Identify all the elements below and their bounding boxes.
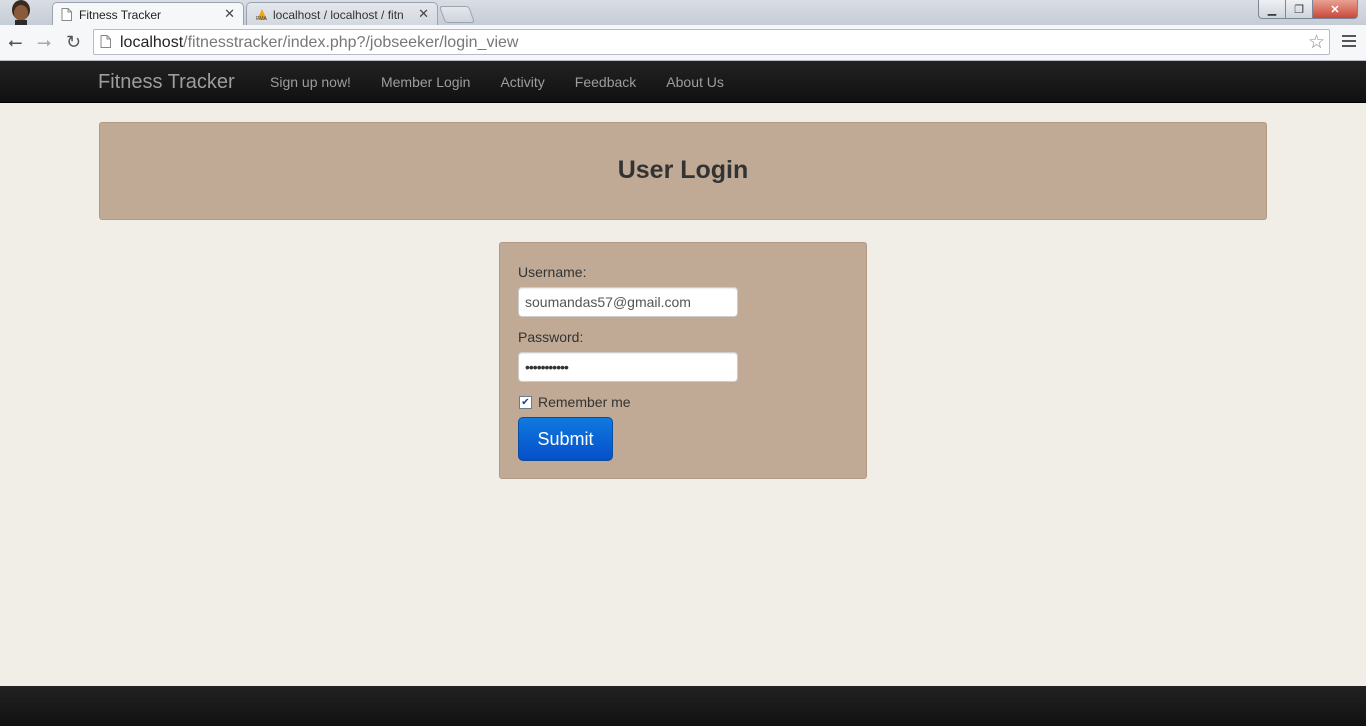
bookmark-star-icon[interactable]: ☆ [1308, 31, 1325, 54]
username-label: Username: [518, 264, 587, 280]
tab-title: Fitness Tracker [79, 8, 162, 22]
browser-tabstrip: Fitness Tracker ✕ PMA localhost / localh… [0, 0, 1366, 25]
nav-about-us[interactable]: About Us [651, 61, 739, 102]
close-window-icon[interactable]: ✕ [1312, 0, 1358, 19]
brand-link[interactable]: Fitness Tracker [98, 71, 235, 94]
svg-text:PMA: PMA [256, 16, 268, 21]
tab-fitness-tracker[interactable]: Fitness Tracker ✕ [52, 2, 244, 25]
reload-icon[interactable]: ↻ [66, 32, 81, 53]
phpmyadmin-icon: PMA [255, 8, 269, 24]
minimize-icon[interactable]: ▁ [1258, 0, 1286, 19]
close-tab-icon[interactable]: ✕ [224, 6, 235, 22]
login-form-panel: Username: soumandas57@gmail.com Password… [499, 242, 867, 479]
url-text: localhost/fitnesstracker/index.php?/jobs… [120, 34, 519, 51]
page-header-banner: User Login [99, 122, 1267, 220]
password-label: Password: [518, 329, 584, 345]
hamburger-menu-icon[interactable] [1342, 35, 1356, 50]
restore-icon[interactable]: ❐ [1285, 0, 1313, 19]
tab-title: localhost / localhost / fitn [273, 8, 404, 22]
site-footer [0, 686, 1366, 726]
new-tab-button[interactable] [438, 6, 476, 23]
page-title: User Login [617, 156, 749, 184]
address-bar[interactable]: localhost/fitnesstracker/index.php?/jobs… [93, 29, 1330, 55]
page-icon [100, 35, 111, 53]
password-field[interactable]: ••••••••••• [518, 352, 738, 382]
nav-activity[interactable]: Activity [485, 61, 559, 102]
close-tab-icon[interactable]: ✕ [418, 6, 429, 22]
page-icon [61, 8, 72, 24]
remember-me-checkbox[interactable]: ✔ [519, 396, 532, 409]
tab-phpmyadmin[interactable]: PMA localhost / localhost / fitn ✕ [246, 2, 438, 25]
browser-toolbar: ⭠ ⭢ ↻ localhost/fitnesstracker/index.php… [0, 25, 1366, 61]
forward-arrow-icon[interactable]: ⭢ [37, 32, 51, 53]
nav-member-login[interactable]: Member Login [366, 61, 486, 102]
remember-me-label[interactable]: Remember me [538, 394, 631, 410]
back-arrow-icon[interactable]: ⭠ [8, 32, 22, 53]
nav-feedback[interactable]: Feedback [560, 61, 651, 102]
username-field[interactable]: soumandas57@gmail.com [518, 287, 738, 317]
site-navbar: Fitness Tracker Sign up now! Member Logi… [0, 61, 1366, 103]
submit-button[interactable]: Submit [518, 417, 613, 461]
profile-avatar-icon[interactable] [6, 0, 36, 25]
nav-signup[interactable]: Sign up now! [255, 61, 366, 102]
window-controls: ▁ ❐ ✕ [1258, 0, 1358, 19]
nav-links: Sign up now! Member Login Activity Feedb… [255, 61, 739, 102]
